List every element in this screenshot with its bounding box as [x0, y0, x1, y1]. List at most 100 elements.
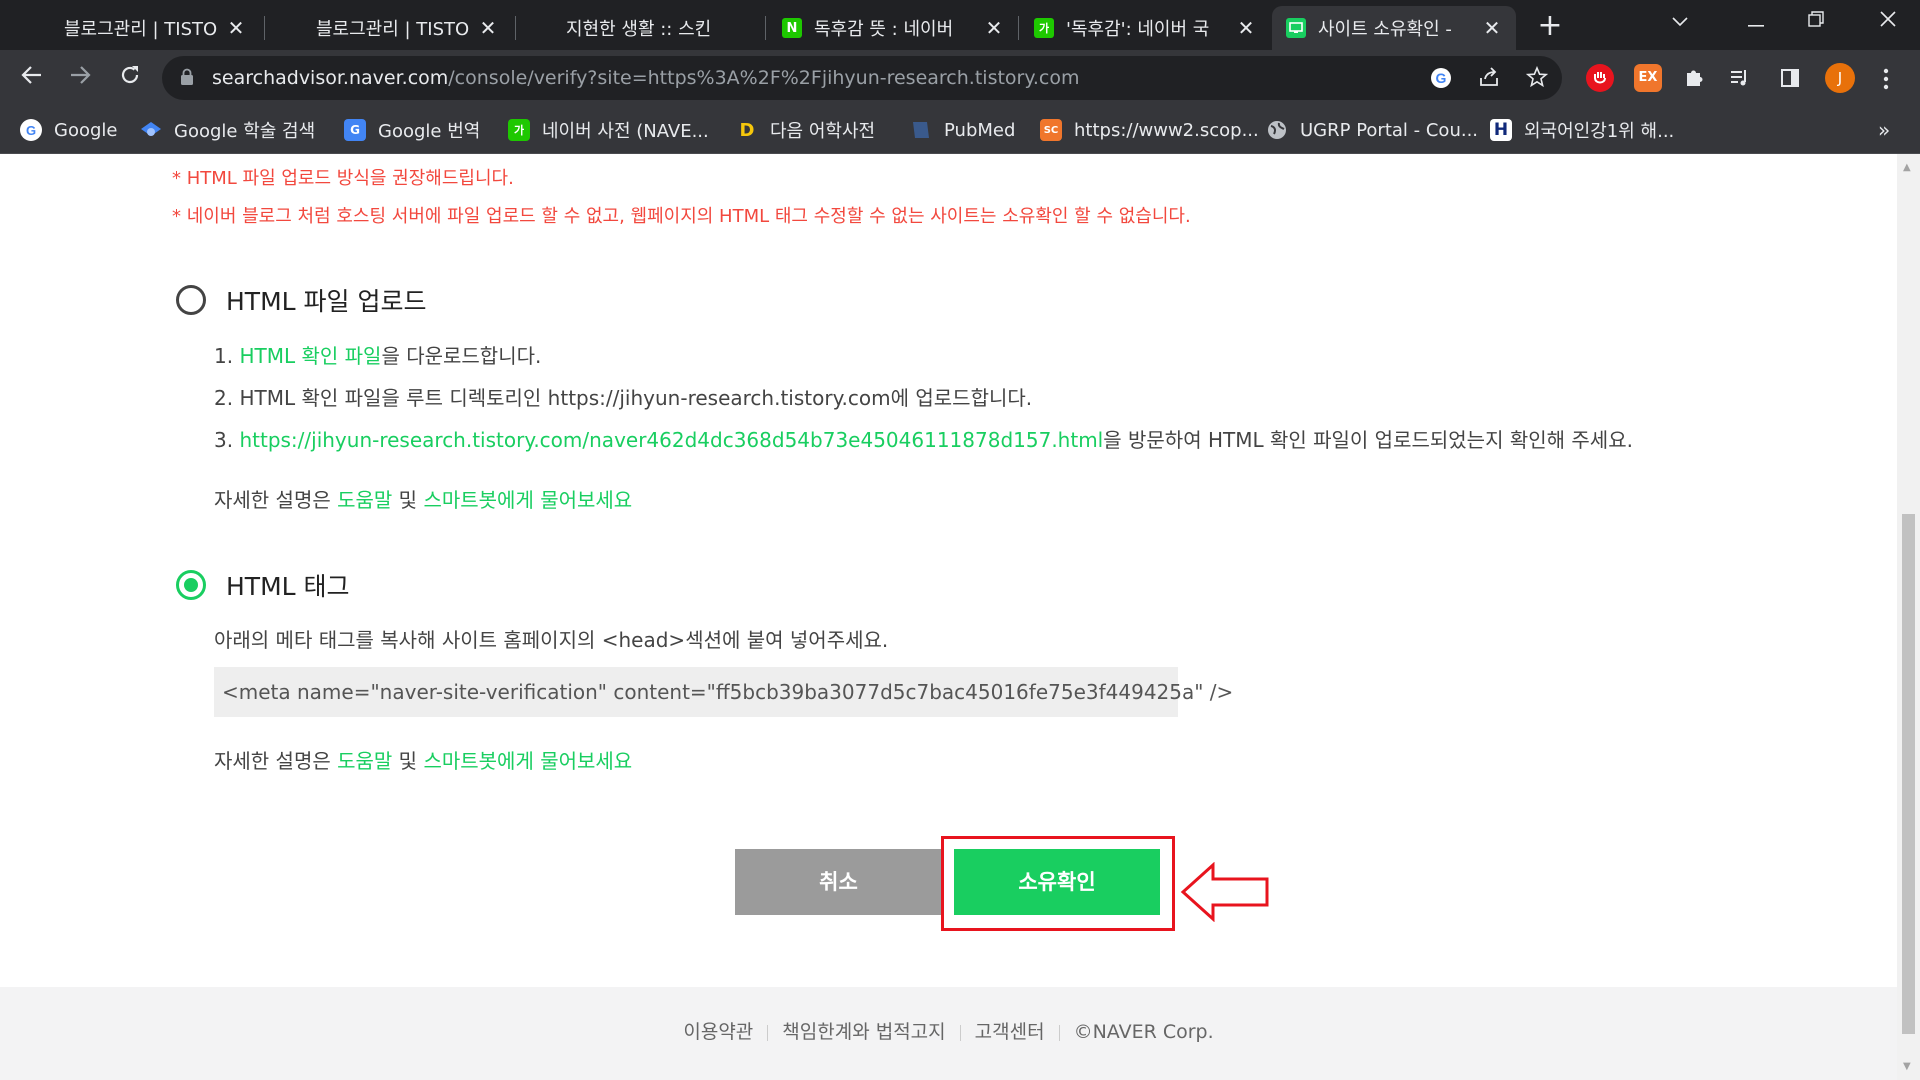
tab-divider — [515, 16, 516, 40]
bookmark-star-icon[interactable] — [1524, 65, 1550, 92]
smartbot-link[interactable]: 스마트봇에게 물어보세요 — [423, 488, 632, 512]
bookmark-label: PubMed — [944, 119, 1016, 141]
close-tab-icon[interactable]: ✕ — [226, 16, 246, 40]
tab-site-ownership[interactable]: 사이트 소유확인 - ✕ — [1272, 6, 1516, 50]
profile-avatar[interactable]: J — [1825, 63, 1855, 93]
tab-divider — [765, 16, 766, 40]
lock-icon — [181, 68, 193, 85]
close-tab-icon[interactable]: ✕ — [478, 16, 498, 40]
close-tab-icon[interactable]: ✕ — [984, 16, 1004, 40]
bookmarks-bar: G Google Google 학술 검색 G Google 번역 가 네이버 … — [0, 106, 1920, 154]
bookmark-google-translate[interactable]: G Google 번역 — [344, 116, 480, 144]
radio-html-tag[interactable] — [176, 570, 206, 600]
close-tab-icon[interactable]: ✕ — [1236, 16, 1256, 40]
footer-links: 이용약관 책임한계와 법적고지 고객센터 ©NAVER Corp. — [0, 1017, 1897, 1044]
bookmark-pubmed[interactable]: PubMed — [910, 116, 1015, 144]
tab-divider — [264, 16, 265, 40]
tab-title: '독후감': 네이버 국 — [1066, 19, 1210, 40]
restore-icon[interactable] — [1784, 0, 1848, 44]
footer-divider — [1058, 1024, 1060, 1041]
adblock-extension-icon[interactable] — [1586, 64, 1614, 92]
footer-terms-link[interactable]: 이용약관 — [683, 1021, 753, 1043]
google-lens-icon[interactable]: G — [1428, 66, 1454, 92]
help-link[interactable]: 도움말 — [337, 488, 392, 512]
file-help-text: 자세한 설명은 도움말 및 스마트봇에게 물어보세요 — [214, 484, 632, 513]
footer-divider — [959, 1024, 961, 1041]
bookmark-label: 외국어인강1위 해... — [1524, 121, 1675, 142]
scroll-up-arrow-icon[interactable]: ▲ — [1903, 162, 1911, 173]
step-text: 을 방문하여 HTML 확인 파일이 업로드되었는지 확인해 주세요. — [1103, 428, 1633, 452]
bookmark-ugrp-portal[interactable]: UGRP Portal - Cou... — [1266, 116, 1478, 144]
page-footer: 이용약관 책임한계와 법적고지 고객센터 ©NAVER Corp. — [0, 987, 1897, 1080]
share-icon[interactable] — [1476, 66, 1502, 92]
tab-strip: 블로그관리 | TISTORY ✕ 블로그관리 | TISTORY ✕ 지현한 … — [0, 0, 1920, 50]
smartbot-link[interactable]: 스마트봇에게 물어보세요 — [423, 749, 632, 773]
vertical-scrollbar[interactable]: ▲ ▼ — [1897, 154, 1920, 1080]
hackers-icon: H — [1490, 119, 1512, 141]
step-text: 을 다운로드합니다. — [381, 344, 542, 368]
media-control-icon[interactable] — [1726, 64, 1754, 92]
browser-toolbar: searchadvisor.naver.com/console/verify?s… — [0, 50, 1920, 106]
radio-html-file[interactable] — [176, 285, 206, 315]
bookmark-label: 다음 어학사전 — [770, 121, 876, 142]
option-html-file-upload[interactable]: HTML 파일 업로드 — [176, 282, 426, 318]
window-close-icon[interactable] — [1856, 0, 1920, 44]
footer-legal-link[interactable]: 책임한계와 법적고지 — [782, 1021, 945, 1043]
help-conjunction: 및 — [392, 749, 424, 773]
svg-text:G: G — [1436, 70, 1447, 86]
tab-title: 블로그관리 | TISTORY — [64, 19, 218, 40]
bookmarks-overflow-button[interactable]: » — [1878, 116, 1890, 144]
file-step-2: 2. HTML 확인 파일을 루트 디렉토리인 https://jihyun-r… — [214, 386, 1033, 410]
verification-file-url-link[interactable]: https://jihyun-research.tistory.com/nave… — [239, 428, 1103, 452]
tab-blog-admin-2[interactable]: 블로그관리 | TISTORY ✕ — [302, 6, 512, 50]
bookmark-label: 네이버 사전 (NAVE... — [542, 121, 709, 142]
help-prefix: 자세한 설명은 — [214, 749, 338, 773]
tab-naver-dictionary-2[interactable]: 가 '독후감': 네이버 국 ✕ — [1020, 6, 1270, 50]
naver-dict-favicon: 가 — [1034, 18, 1054, 38]
cancel-button[interactable]: 취소 — [735, 849, 942, 915]
footer-divider — [767, 1024, 769, 1041]
html-file-download-link[interactable]: HTML 확인 파일 — [239, 344, 381, 368]
close-tab-icon[interactable]: ✕ — [1482, 16, 1502, 40]
bookmark-scopus[interactable]: SC https://www2.scop... — [1040, 116, 1259, 144]
option-label: HTML 태그 — [226, 572, 350, 601]
bookmark-label: Google — [54, 119, 118, 141]
help-link[interactable]: 도움말 — [337, 749, 392, 773]
help-conjunction: 및 — [392, 488, 424, 512]
scholar-icon — [140, 119, 162, 141]
bookmark-label: Google 학술 검색 — [174, 121, 316, 142]
tab-blog-admin-1[interactable]: 블로그관리 | TISTORY ✕ — [50, 6, 260, 50]
back-arrow-icon[interactable] — [14, 60, 50, 96]
bookmark-google[interactable]: G Google — [20, 116, 117, 144]
tab-skin[interactable]: 지현한 생활 :: 스킨 — [552, 6, 762, 50]
scroll-down-arrow-icon[interactable]: ▼ — [1903, 1061, 1911, 1072]
tab-search-icon[interactable] — [1648, 0, 1712, 44]
notice-restriction: * 네이버 블로그 처럼 호스팅 서버에 파일 업로드 할 수 없고, 웹페이지… — [172, 206, 1191, 227]
footer-support-link[interactable]: 고객센터 — [975, 1021, 1045, 1043]
scrollbar-thumb[interactable] — [1902, 514, 1915, 1034]
bookmark-hackers[interactable]: H 외국어인강1위 해... — [1490, 116, 1674, 144]
ex-extension-icon[interactable]: EX — [1634, 64, 1662, 92]
option-label: HTML 파일 업로드 — [226, 287, 427, 316]
new-tab-button[interactable]: + — [1532, 8, 1568, 44]
reload-icon[interactable] — [112, 60, 148, 96]
url-path: /console/verify?site=https%3A%2F%2Fjihyu… — [448, 67, 1080, 89]
bookmark-daum-dictionary[interactable]: D 다음 어학사전 — [736, 116, 876, 144]
minimize-icon[interactable] — [1724, 0, 1788, 44]
side-panel-icon[interactable] — [1776, 64, 1804, 92]
more-menu-icon[interactable] — [1872, 64, 1900, 92]
address-bar[interactable]: searchadvisor.naver.com/console/verify?s… — [162, 56, 1562, 100]
help-prefix: 자세한 설명은 — [214, 488, 338, 512]
highlight-box-annotation — [941, 836, 1175, 931]
footer-copyright: ©NAVER Corp. — [1073, 1021, 1214, 1043]
tab-naver-dictionary-1[interactable]: N 독후감 뜻 : 네이버 ✕ — [768, 6, 1018, 50]
forward-arrow-icon[interactable] — [62, 60, 98, 96]
daum-icon: D — [739, 119, 755, 141]
extensions-puzzle-icon[interactable] — [1680, 64, 1708, 92]
bookmark-naver-dictionary[interactable]: 가 네이버 사전 (NAVE... — [508, 116, 709, 144]
meta-tag-code-box[interactable]: <meta name="naver-site-verification" con… — [214, 667, 1233, 717]
url-host: searchadvisor.naver.com — [212, 67, 449, 89]
option-html-tag[interactable]: HTML 태그 — [176, 567, 350, 603]
bookmark-google-scholar[interactable]: Google 학술 검색 — [140, 116, 315, 144]
tab-title: 지현한 생활 :: 스킨 — [566, 19, 712, 40]
